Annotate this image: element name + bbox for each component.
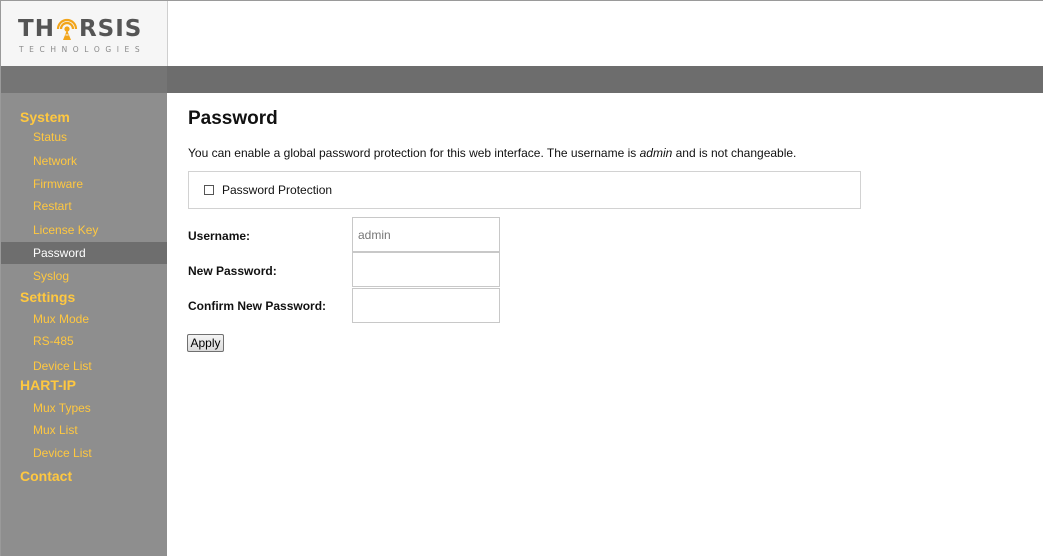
sidebar-item-mux-mode[interactable]: Mux Mode bbox=[1, 308, 167, 330]
sidebar-group-hart-ip[interactable]: HART-IP bbox=[20, 377, 76, 394]
sidebar: System Status Network Firmware Restart L… bbox=[1, 93, 167, 556]
sidebar-item-password[interactable]: Password bbox=[1, 242, 167, 264]
sidebar-item-status[interactable]: Status bbox=[1, 126, 167, 148]
sidebar-item-rs485[interactable]: RS-485 bbox=[1, 330, 167, 352]
confirm-password-field[interactable] bbox=[352, 288, 500, 323]
intro-text-end: and is not changeable. bbox=[672, 146, 797, 160]
new-password-label: New Password: bbox=[188, 264, 277, 278]
app-title: isHMuxGate bbox=[187, 6, 263, 21]
apply-button[interactable]: Apply bbox=[187, 334, 224, 352]
logo-radio-tower-icon bbox=[56, 18, 78, 40]
confirm-password-label: Confirm New Password: bbox=[188, 299, 327, 313]
sidebar-item-license-key[interactable]: License Key bbox=[1, 219, 167, 241]
header-bar-sidebar-part bbox=[1, 66, 167, 93]
intro-text-start: You can enable a global password protect… bbox=[188, 146, 640, 160]
sidebar-item-device-list-settings[interactable]: Device List bbox=[1, 355, 167, 377]
page-title: Password bbox=[188, 108, 278, 129]
new-password-field[interactable] bbox=[352, 252, 500, 287]
logo-subtitle: TECHNOLOGIES bbox=[19, 45, 146, 54]
sidebar-item-restart[interactable]: Restart bbox=[1, 195, 167, 217]
sidebar-item-mux-list[interactable]: Mux List bbox=[1, 419, 167, 441]
username-field[interactable] bbox=[352, 217, 500, 252]
thorsis-logo: TH RSIS bbox=[18, 17, 142, 41]
username-label: Username: bbox=[188, 229, 251, 243]
password-protection-label[interactable]: Password Protection bbox=[222, 183, 332, 197]
sidebar-item-mux-types[interactable]: Mux Types bbox=[1, 397, 167, 419]
sidebar-item-device-list-hart[interactable]: Device List bbox=[1, 442, 167, 464]
password-protection-panel: Password Protection bbox=[188, 171, 861, 209]
intro-text: You can enable a global password protect… bbox=[188, 146, 796, 160]
sidebar-item-firmware[interactable]: Firmware bbox=[1, 173, 167, 195]
logo-text-right: RSIS bbox=[78, 16, 143, 42]
logo-area: TH RSIS TECHNOLOGIES bbox=[1, 1, 168, 66]
password-protection-checkbox[interactable] bbox=[204, 185, 214, 195]
sidebar-item-syslog[interactable]: Syslog bbox=[1, 265, 167, 287]
sidebar-group-system[interactable]: System bbox=[20, 109, 70, 126]
intro-username-emphasis: admin bbox=[639, 146, 673, 160]
sidebar-item-network[interactable]: Network bbox=[1, 150, 167, 172]
logo-text-left: TH bbox=[18, 16, 55, 42]
sidebar-group-contact[interactable]: Contact bbox=[20, 468, 72, 485]
header-bar bbox=[1, 66, 1043, 93]
sidebar-group-settings[interactable]: Settings bbox=[20, 289, 75, 306]
